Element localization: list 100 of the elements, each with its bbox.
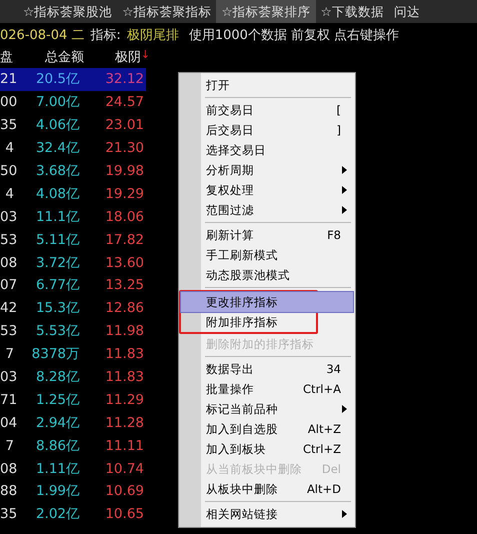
table-cell: 21	[0, 71, 14, 88]
table-cell: 88	[0, 483, 14, 500]
table-cell: 03	[0, 208, 14, 225]
table-cell-text: 6.77亿	[34, 276, 80, 294]
menu-item[interactable]: 刷新计算 F8	[179, 225, 355, 245]
menu-item[interactable]: 相关网站链接	[179, 504, 355, 524]
menu-item[interactable]: 后交易日 ]	[179, 120, 355, 140]
table-cell-text: 17.82	[104, 232, 144, 248]
table-cell: 53	[0, 232, 14, 248]
table-row[interactable]: 03 11.1亿 18.06	[0, 205, 146, 228]
table-row[interactable]: 08 1.11亿 10.74	[0, 457, 146, 480]
tab[interactable]: ☆指标荟聚指标	[117, 0, 216, 23]
table-cell-text: 11.28	[104, 414, 144, 431]
table-row[interactable]: 4 4.08亿 19.29	[0, 182, 146, 206]
table-row[interactable]: 04 2.94亿 11.28	[0, 411, 146, 434]
column-header[interactable]: 极阴	[114, 48, 141, 66]
table-cell-text: 23.01	[104, 117, 144, 134]
menu-item[interactable]: 手工刷新模式	[179, 245, 355, 265]
menu-item[interactable]: 打开	[179, 75, 355, 95]
table-cell-text: 3.72亿	[34, 254, 80, 272]
table-cell-text: 8378万	[30, 345, 80, 364]
tab[interactable]: 问达	[388, 0, 425, 23]
table-cell-text: 1.11亿	[34, 460, 80, 478]
table-cell-text: 11.83	[104, 346, 144, 362]
table-cell-text: 2.02亿	[34, 505, 80, 524]
table-cell-text: 4	[4, 186, 14, 202]
table-cell-text: 19.98	[104, 163, 144, 179]
indicator-name: 极阴尾排	[126, 26, 179, 44]
table-cell-text: 18.06	[104, 208, 144, 225]
indicator-label: 指标:	[90, 26, 121, 44]
table-row[interactable]: 4 32.4亿 21.30	[0, 136, 146, 160]
table-cell-text: 10.74	[104, 460, 144, 477]
table-cell-text: 32.4亿	[34, 139, 80, 158]
sort-arrow-icon: ↓	[140, 48, 150, 66]
table-cell: 35	[0, 506, 14, 522]
table-row[interactable]: 03 8.28亿 11.83	[0, 366, 146, 388]
table-cell-text: 10.69	[104, 483, 144, 500]
table-row[interactable]: 08 3.72亿 13.60	[0, 251, 146, 274]
menu-item[interactable]: 加入到自选股 Alt+Z	[179, 419, 355, 439]
table-cell: 08	[0, 460, 14, 477]
menu-item[interactable]: 复权处理	[179, 180, 355, 200]
table-row[interactable]: 88 1.99亿 10.69	[0, 480, 146, 503]
table-row[interactable]: 53 5.11亿 17.82	[0, 228, 146, 252]
table-cell-text: 1.25亿	[34, 390, 80, 409]
menu-item[interactable]: 动态股票池模式	[179, 265, 355, 285]
column-header[interactable]: 盘	[0, 48, 13, 66]
table-row[interactable]: 07 6.77亿 13.25	[0, 274, 146, 297]
menu-item[interactable]: 批量操作 Ctrl+A	[179, 379, 355, 399]
table-cell-text: 8.86亿	[34, 436, 80, 455]
column-header[interactable]: 总金额	[45, 48, 84, 66]
table-row[interactable]: 7 8378万 11.83	[0, 342, 146, 366]
table-cell-text: 11.98	[104, 323, 144, 340]
info-note: 使用1000个数据 前复权 点右键操作	[188, 26, 400, 44]
table-cell-text: 5.53亿	[34, 322, 80, 340]
table-cell-text: 5.11亿	[34, 230, 80, 249]
table-row[interactable]: 42 15.3亿 12.86	[0, 296, 146, 320]
menu-item[interactable]: 附加排序指标	[181, 312, 353, 332]
table-cell: 08	[0, 254, 14, 271]
table-cell-text: 19.29	[104, 186, 144, 202]
table-cell-text: 7	[4, 438, 14, 454]
table-cell-text: 11.11	[104, 438, 144, 454]
tab[interactable]: ☆下载数据	[316, 0, 389, 23]
table-cell-text: 7	[4, 346, 14, 362]
table-row[interactable]: 50 3.68亿 19.98	[0, 160, 146, 182]
table-cell: 07	[0, 277, 14, 294]
table-row[interactable]: 21 20.5亿 32.12	[0, 68, 146, 91]
menu-item[interactable]: 分析周期	[179, 160, 355, 180]
menu-item[interactable]: 选择交易日	[179, 140, 355, 160]
table-cell-text: 13.60	[104, 254, 144, 271]
table-cell-text: 21.30	[104, 140, 144, 156]
table-cell-text: 12.86	[104, 300, 144, 316]
table-cell-text: 32.12	[104, 71, 144, 88]
table-cell: 71	[0, 392, 14, 408]
table-cell-text: 11.83	[104, 369, 144, 386]
table-row[interactable]: 53 5.53亿 11.98	[0, 320, 146, 343]
table-cell: 53	[0, 323, 14, 340]
menu-item[interactable]: 更改排序指标	[181, 292, 353, 312]
table-cell-text: 15.3亿	[34, 299, 80, 318]
menu-item[interactable]: 加入到板块 Ctrl+Z	[179, 439, 355, 459]
table-row[interactable]: 35 2.02亿 10.65	[0, 502, 146, 526]
menu-item[interactable]: 标记当前品种	[179, 399, 355, 419]
tab[interactable]: ☆指标荟聚股池	[18, 0, 118, 23]
menu-item[interactable]: 数据导出 34	[179, 359, 355, 379]
table-row[interactable]: 35 4.06亿 23.01	[0, 114, 146, 137]
table-cell: 35	[0, 117, 14, 134]
table-row[interactable]: 00 7.00亿 24.57	[0, 90, 146, 114]
table-cell: 42	[0, 300, 14, 316]
table-cell-text: 3.68亿	[34, 162, 80, 180]
table-cell-text: 24.57	[104, 94, 144, 110]
table-cell-text: 7.00亿	[34, 93, 80, 112]
table-cell-text: 4	[4, 140, 14, 156]
date-text: 026-08-04 二	[0, 26, 84, 44]
table-row[interactable]: 7 8.86亿 11.11	[0, 434, 146, 458]
table-cell-text: 4.08亿	[34, 184, 80, 203]
table-row[interactable]: 71 1.25亿 11.29	[0, 388, 146, 412]
tab[interactable]: ☆指标荟聚排序	[216, 0, 316, 23]
menu-item[interactable]: 前交易日 [	[179, 100, 355, 120]
menu-item[interactable]: 范围过滤	[179, 200, 355, 220]
table-cell: 50	[0, 163, 14, 179]
menu-item[interactable]: 从板块中删除 Alt+D	[179, 479, 355, 499]
